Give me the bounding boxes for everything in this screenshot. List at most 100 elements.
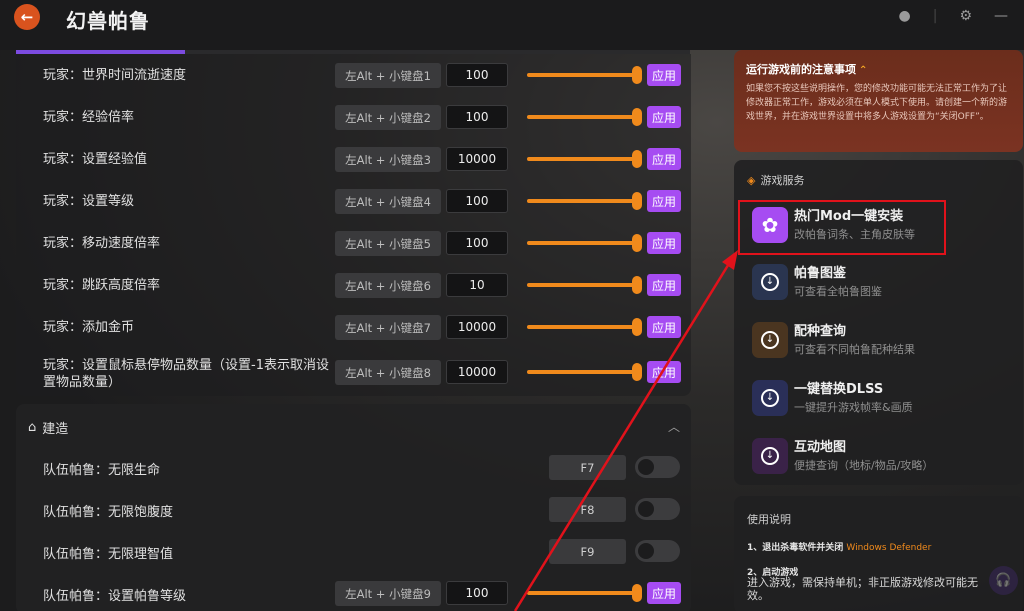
value-input[interactable]: 100 bbox=[446, 231, 508, 255]
service-item[interactable]: ↓ 一键替换DLSS 一键提升游戏帧率&画质 bbox=[752, 378, 1012, 418]
setting-label: 玩家：设置经验值 bbox=[43, 152, 148, 167]
back-arrow-icon: ← bbox=[20, 8, 34, 26]
setting-label: 玩家：添加金币 bbox=[43, 320, 135, 335]
apply-button[interactable]: 应用 bbox=[647, 148, 681, 170]
apply-button[interactable]: 应用 bbox=[647, 232, 681, 254]
settings-icon[interactable]: ⚙ bbox=[959, 8, 972, 24]
service-icon: ↓ bbox=[752, 264, 788, 300]
value-slider[interactable] bbox=[527, 241, 639, 245]
service-name: 帕鲁图鉴 bbox=[794, 266, 847, 281]
service-item[interactable]: ↓ 互动地图 便捷查询（地标/物品/攻略） bbox=[752, 436, 1012, 476]
user-icon[interactable]: ● bbox=[899, 8, 911, 24]
services-title: 游戏服务 bbox=[760, 174, 805, 187]
value-slider[interactable] bbox=[527, 370, 639, 374]
slider-thumb[interactable] bbox=[632, 234, 642, 252]
slider-thumb[interactable] bbox=[632, 276, 642, 294]
value-slider[interactable] bbox=[527, 591, 639, 595]
hotkey-field[interactable]: 左Alt + 小键盘5 bbox=[335, 231, 441, 256]
value-slider[interactable] bbox=[527, 157, 639, 161]
app-title: 幻兽帕鲁 bbox=[66, 9, 150, 33]
hotkey-field[interactable]: F7 bbox=[549, 455, 626, 480]
hotkey-field[interactable]: 左Alt + 小键盘2 bbox=[335, 105, 441, 130]
toggle-switch[interactable] bbox=[635, 456, 680, 478]
setting-label: 玩家：移动速度倍率 bbox=[43, 236, 161, 251]
cube-icon: ◈ bbox=[747, 173, 756, 187]
divider: | bbox=[932, 8, 938, 24]
value-input[interactable]: 10000 bbox=[446, 360, 508, 384]
value-input[interactable]: 10000 bbox=[446, 315, 508, 339]
download-icon: ↓ bbox=[761, 273, 779, 291]
apply-button[interactable]: 应用 bbox=[647, 316, 681, 338]
value-slider[interactable] bbox=[527, 283, 639, 287]
value-slider[interactable] bbox=[527, 73, 639, 77]
apply-button[interactable]: 应用 bbox=[647, 582, 681, 604]
slider-thumb[interactable] bbox=[632, 584, 642, 602]
back-button[interactable]: ← bbox=[14, 4, 40, 30]
service-icon: ↓ bbox=[752, 322, 788, 358]
setting-label: 玩家：设置鼠标悬停物品数量（设置-1表示取消设置物品数量） bbox=[43, 358, 329, 390]
slider-thumb[interactable] bbox=[632, 66, 642, 84]
value-input[interactable]: 100 bbox=[446, 63, 508, 87]
hotkey-field[interactable]: 左Alt + 小键盘3 bbox=[335, 147, 441, 172]
build-section-header[interactable]: ⌂ 建造 bbox=[28, 418, 68, 437]
apply-button[interactable]: 应用 bbox=[647, 106, 681, 128]
service-item[interactable]: ↓ 帕鲁图鉴可查看全帕鲁图鉴 bbox=[752, 262, 1012, 302]
value-slider[interactable] bbox=[527, 325, 639, 329]
services-header: ◈ 游戏服务 bbox=[747, 172, 804, 188]
highlight-box bbox=[738, 200, 946, 255]
minimize-icon[interactable]: — bbox=[994, 8, 1008, 24]
hotkey-field[interactable]: 左Alt + 小键盘9 bbox=[335, 581, 441, 606]
notice-title[interactable]: 运行游戏前的注意事项 ⌃ bbox=[746, 61, 1011, 77]
hotkey-field[interactable]: 左Alt + 小键盘4 bbox=[335, 189, 441, 214]
apply-button[interactable]: 应用 bbox=[647, 274, 681, 296]
toggle-label: 队伍帕鲁：无限生命 bbox=[43, 463, 161, 478]
download-icon: ↓ bbox=[761, 331, 779, 349]
value-input[interactable]: 100 bbox=[446, 105, 508, 129]
slider-thumb[interactable] bbox=[632, 150, 642, 168]
windows-defender-link[interactable]: Windows Defender bbox=[846, 543, 931, 553]
service-item[interactable]: ↓ 配种查询可查看不同帕鲁配种结果 bbox=[752, 320, 1012, 360]
chevron-up-icon[interactable]: ︿ bbox=[668, 418, 680, 435]
apply-button[interactable]: 应用 bbox=[647, 361, 681, 383]
usage-title: 使用说明 bbox=[747, 513, 791, 526]
value-input[interactable]: 10 bbox=[446, 273, 508, 297]
setting-label: 队伍帕鲁：设置帕鲁等级 bbox=[43, 589, 187, 604]
hotkey-field[interactable]: F8 bbox=[549, 497, 626, 522]
hotkey-field[interactable]: 左Alt + 小键盘7 bbox=[335, 315, 441, 340]
toggle-switch[interactable] bbox=[635, 540, 680, 562]
service-name: 配种查询 bbox=[794, 324, 847, 339]
support-headset-icon[interactable]: 🎧 bbox=[989, 566, 1018, 595]
service-name: 互动地图 bbox=[794, 440, 847, 455]
hotkey-field[interactable]: F9 bbox=[549, 539, 626, 564]
service-icon: ↓ bbox=[752, 438, 788, 474]
setting-label: 玩家：世界时间流逝速度 bbox=[43, 68, 187, 83]
download-icon: ↓ bbox=[761, 447, 779, 465]
setting-label: 玩家：设置等级 bbox=[43, 194, 135, 209]
hotkey-field[interactable]: 左Alt + 小键盘8 bbox=[335, 360, 441, 385]
usage-step-1: 1、退出杀毒软件并关闭 Windows Defender bbox=[747, 540, 931, 553]
service-name: 一键替换DLSS bbox=[794, 382, 884, 397]
build-section-title: 建造 bbox=[42, 422, 69, 437]
slider-thumb[interactable] bbox=[632, 192, 642, 210]
value-input[interactable]: 100 bbox=[446, 189, 508, 213]
value-slider[interactable] bbox=[527, 199, 639, 203]
download-icon: ↓ bbox=[761, 389, 779, 407]
slider-thumb[interactable] bbox=[632, 363, 642, 381]
value-slider[interactable] bbox=[527, 115, 639, 119]
setting-label: 玩家：经验倍率 bbox=[43, 110, 135, 125]
slider-thumb[interactable] bbox=[632, 318, 642, 336]
service-desc: 一键提升游戏帧率&画质 bbox=[794, 401, 913, 414]
slider-thumb[interactable] bbox=[632, 108, 642, 126]
apply-button[interactable]: 应用 bbox=[647, 64, 681, 86]
apply-button[interactable]: 应用 bbox=[647, 190, 681, 212]
service-desc: 可查看不同帕鲁配种结果 bbox=[794, 343, 915, 356]
title-bar: ← 幻兽帕鲁 ● | ⚙ — bbox=[0, 0, 1024, 50]
hotkey-field[interactable]: 左Alt + 小键盘6 bbox=[335, 273, 441, 298]
toggle-switch[interactable] bbox=[635, 498, 680, 520]
notice-body: 如果您不按这些说明操作，您的修改功能可能无法正常工作为了让修改器正常工作，游戏必… bbox=[746, 84, 1008, 122]
hotkey-field[interactable]: 左Alt + 小键盘1 bbox=[335, 63, 441, 88]
value-input[interactable]: 100 bbox=[446, 581, 508, 605]
value-input[interactable]: 10000 bbox=[446, 147, 508, 171]
service-desc: 可查看全帕鲁图鉴 bbox=[794, 285, 882, 298]
chevron-up-icon[interactable]: ⌃ bbox=[859, 65, 867, 76]
